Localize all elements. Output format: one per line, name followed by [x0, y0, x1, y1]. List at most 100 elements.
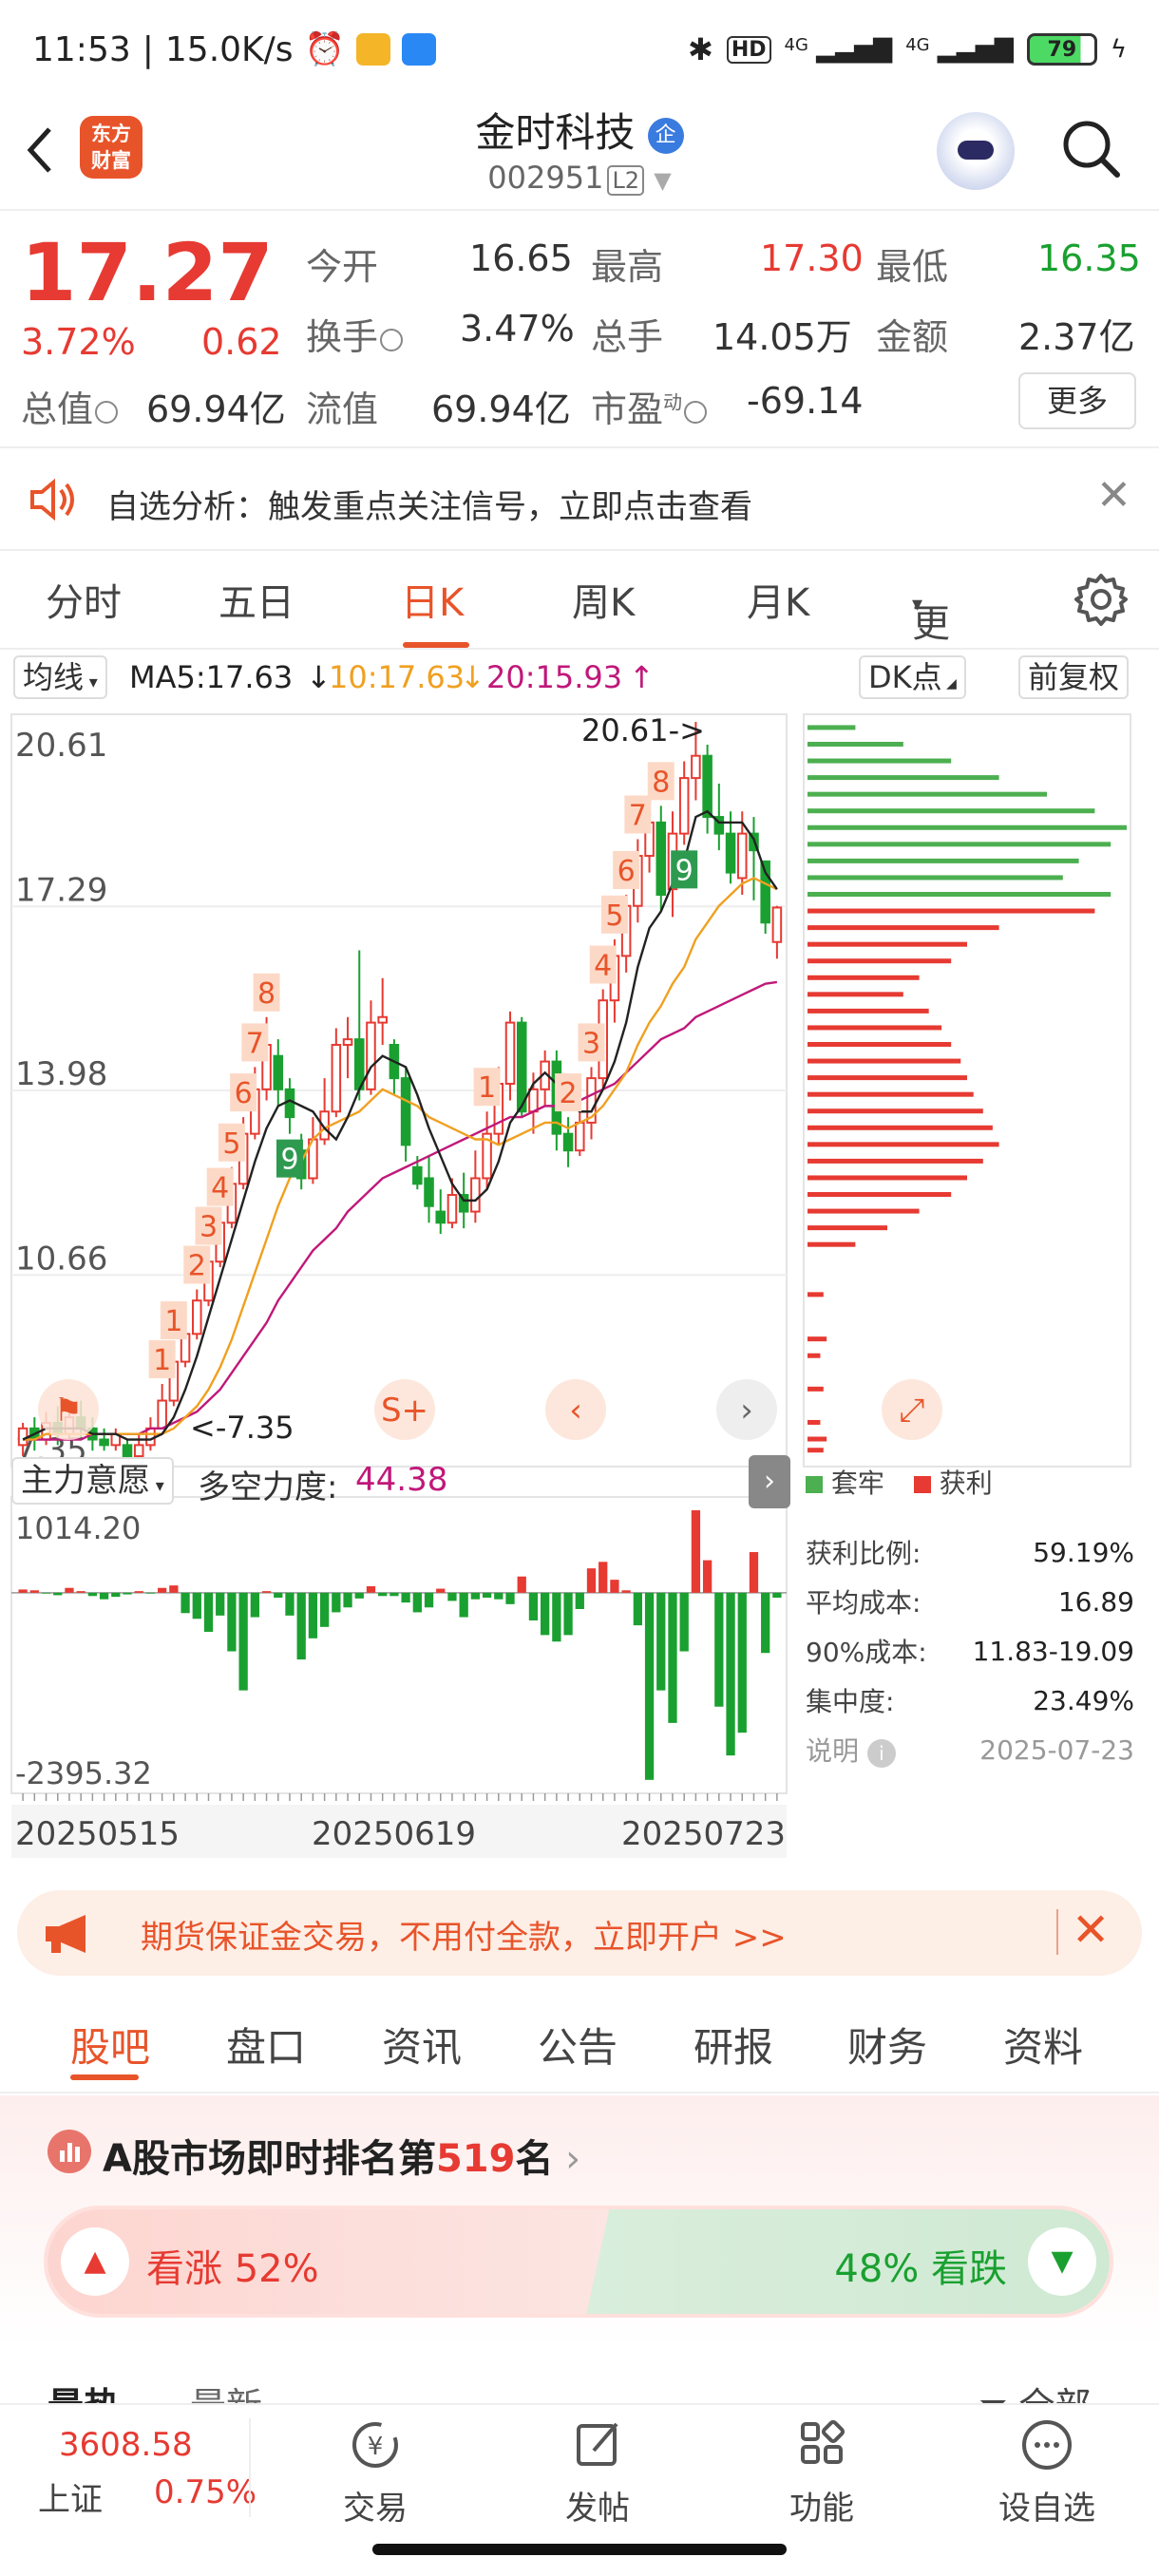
- flow-bar: [99, 1592, 109, 1600]
- nav-function[interactable]: 功能: [781, 2416, 863, 2529]
- candle-body: [157, 1399, 167, 1430]
- vote-down-label: 48% 看跌: [834, 2247, 1007, 2291]
- tab-monthly-k[interactable]: 月K: [747, 572, 809, 627]
- indicator-select[interactable]: 主力意愿 ▾: [11, 1457, 174, 1505]
- gear-icon[interactable]: [1074, 572, 1129, 627]
- close-icon[interactable]: ✕: [1096, 471, 1131, 520]
- rank-text[interactable]: A股市场即时排名第519名 ›: [103, 2128, 580, 2183]
- date-label: 20250723: [621, 1815, 786, 1853]
- flow-bar: [702, 1560, 712, 1593]
- promo-banner[interactable]: 期货保证金交易，不用付全款，立即开户 >> ✕: [17, 1890, 1142, 1976]
- dk-point-button[interactable]: DK点 ◢: [859, 655, 966, 699]
- date-label: 20250515: [15, 1815, 180, 1853]
- vote-down-button[interactable]: ▼: [1028, 2227, 1096, 2296]
- mktcap-label[interactable]: 总值: [21, 380, 119, 432]
- low-label: 最低: [876, 246, 949, 288]
- vote-up-button[interactable]: ▲: [61, 2227, 129, 2296]
- seq-label: 1: [153, 1344, 171, 1377]
- tab-profile[interactable]: 资料: [1003, 2016, 1083, 2074]
- flow-bar: [18, 1589, 28, 1593]
- tab-news[interactable]: 资讯: [382, 2016, 462, 2074]
- chip-bar: [808, 1436, 827, 1442]
- ma20-line: [23, 980, 778, 1441]
- tab-research[interactable]: 研报: [694, 2016, 773, 2074]
- seq-label: 6: [618, 855, 636, 888]
- candle-body: [470, 1177, 481, 1213]
- seq-label: 6: [235, 1077, 253, 1110]
- tab-announce[interactable]: 公告: [538, 2016, 618, 2074]
- candle-body: [435, 1210, 446, 1224]
- collapse-panel-button[interactable]: ›: [749, 1455, 790, 1508]
- edit-icon: [577, 2422, 618, 2466]
- flow-bar: [552, 1592, 561, 1642]
- seq-label: 4: [594, 949, 612, 982]
- flow-bar: [749, 1552, 759, 1593]
- triangle-up-icon: ▲: [84, 2245, 106, 2278]
- tab-pankou[interactable]: 盘口: [226, 2016, 306, 2074]
- candle-body: [771, 906, 783, 943]
- high-value: 17.30: [760, 237, 864, 279]
- speaker-icon: [30, 478, 74, 521]
- seq-label: 8: [257, 977, 276, 1011]
- candle-body: [273, 1054, 284, 1090]
- chip-bar: [808, 1386, 824, 1392]
- amount-label: 金额: [876, 316, 949, 358]
- tab-weekly-k[interactable]: 周K: [572, 572, 635, 627]
- candle-body: [528, 1088, 539, 1113]
- bluetooth-icon: ✱: [688, 31, 713, 67]
- volume-value: 14.05万: [712, 316, 852, 358]
- hd-icon: HD: [726, 35, 771, 64]
- pe-label[interactable]: 市盈动: [591, 380, 708, 432]
- y-tick-label: 10.66: [15, 1240, 107, 1278]
- chevron-left-icon-glyph: ‹: [569, 1392, 582, 1430]
- flow-bar: [296, 1592, 306, 1660]
- chip-bar: [808, 741, 903, 747]
- content-tabs: 股吧 盘口 资讯 公告 研报 财务 资料: [0, 1995, 1159, 2093]
- chip-legend: 套牢 获利: [806, 1463, 993, 1501]
- index-change: 0.75%: [154, 2473, 257, 2511]
- assistant-robot-icon[interactable]: [937, 112, 1015, 190]
- chip-bar: [808, 775, 999, 781]
- chip-bar: [808, 1008, 929, 1013]
- seq-label: 1: [164, 1305, 182, 1338]
- tab-intraday[interactable]: 分时: [46, 572, 122, 627]
- candle-body: [99, 1438, 109, 1447]
- flow-bar: [644, 1592, 655, 1780]
- flow-bar: [261, 1591, 272, 1593]
- open-label: 今开: [306, 246, 379, 288]
- high-label: 最高: [591, 246, 664, 288]
- tab-five-day[interactable]: 五日: [218, 572, 294, 627]
- chip-bar: [808, 1025, 942, 1031]
- adjust-button[interactable]: 前复权: [1018, 655, 1130, 699]
- nav-add-watchlist[interactable]: 设自选: [994, 2416, 1100, 2529]
- search-icon[interactable]: [1056, 114, 1125, 182]
- alert-banner[interactable]: 自选分析：触发重点关注信号，立即点击查看 ✕: [0, 448, 1159, 551]
- tab-daily-k[interactable]: 日K: [401, 572, 464, 627]
- flow-bar: [679, 1592, 689, 1652]
- rank-section: A股市场即时排名第519名 › ▲ 看涨 52% 48% 看跌 ▼ 最热 最新 …: [0, 2095, 1159, 2427]
- tab-finance[interactable]: 财务: [847, 2016, 927, 2074]
- flow-bar: [65, 1587, 74, 1593]
- tab-guba[interactable]: 股吧: [70, 2016, 150, 2074]
- chip-bar: [808, 892, 1112, 898]
- mail-app-icon: [355, 33, 390, 66]
- chip-bar: [808, 791, 1047, 797]
- index-value[interactable]: 3608.58: [59, 2426, 193, 2464]
- candle-body: [424, 1177, 434, 1207]
- chip-bar: [808, 1058, 961, 1064]
- flow-bar: [470, 1592, 481, 1600]
- seq-label: 2: [560, 1077, 578, 1110]
- turnover-label[interactable]: 换手: [306, 308, 404, 360]
- ma-bar: 均线 ▾ MA5:17.63 ↓ 10:17.63 ↓ 20:15.93 ↑ D…: [0, 653, 1159, 703]
- candle-body: [656, 821, 667, 897]
- nav-trade[interactable]: ¥ 交易: [334, 2416, 416, 2529]
- ma10-line: [23, 877, 778, 1441]
- ma-type-select[interactable]: 均线 ▾: [13, 655, 107, 699]
- chip-note[interactable]: 说明 i: [806, 1731, 896, 1769]
- seq-label: 7: [629, 799, 647, 832]
- close-icon[interactable]: ✕: [1072, 1904, 1110, 1957]
- nav-post[interactable]: 发帖: [557, 2416, 638, 2529]
- flow-bar: [424, 1592, 434, 1608]
- more-quote-button[interactable]: 更多: [1018, 372, 1136, 429]
- chevron-right-glyph: ›: [740, 1392, 753, 1430]
